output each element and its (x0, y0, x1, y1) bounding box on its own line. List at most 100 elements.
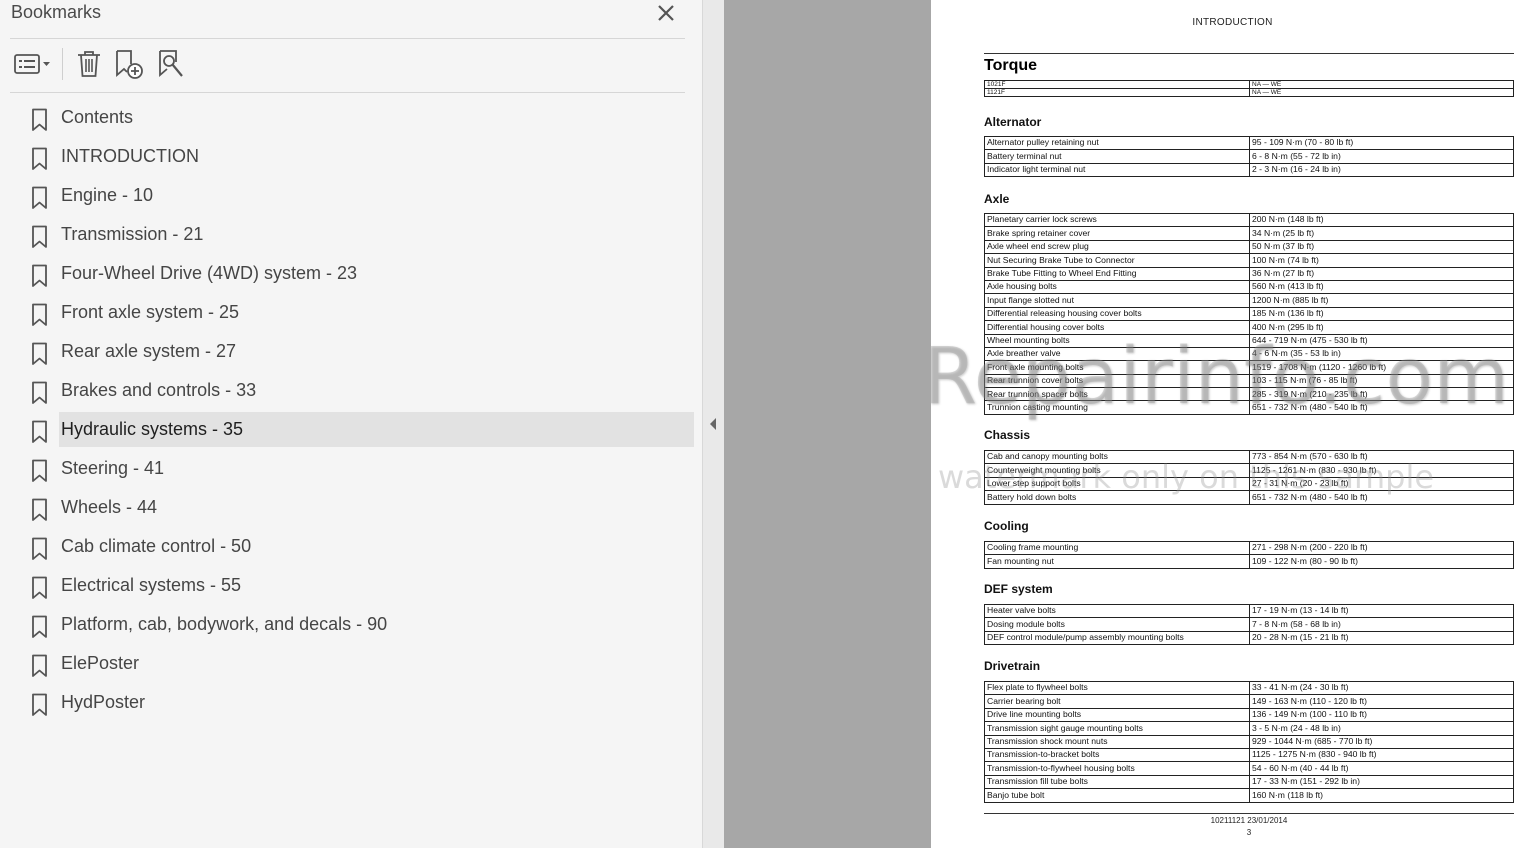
component-cell: Planetary carrier lock screws (984, 212, 1250, 228)
bookmark-label: Steering - 41 (61, 458, 165, 478)
table-row: Brake spring retainer cover 34 N·m (25 lb… (984, 226, 1514, 241)
component-cell: Axle wheel end screw plug (984, 239, 1250, 255)
bookmark-label: Front axle system - 25 (61, 302, 240, 322)
component-cell: Heater valve bolts (984, 603, 1250, 619)
delete-bookmark-button[interactable] (71, 47, 107, 81)
torque-value-cell: 36 N·m (27 lb ft) (1249, 266, 1514, 281)
component-cell: Input flange slotted nut (984, 293, 1250, 308)
bookmark-icon (30, 225, 50, 249)
torque-value-cell: 149 - 163 N·m (110 - 120 lb ft) (1249, 694, 1514, 709)
component-cell: Cooling frame mounting (984, 540, 1250, 556)
component-cell: Brake Tube Fitting to Wheel End Fitting (984, 266, 1250, 281)
bookmark-label: Contents (61, 107, 134, 127)
bookmark-item[interactable]: Four-Wheel Drive (4WD) system - 23 (0, 255, 702, 294)
table-row: Battery terminal nut 6 - 8 N·m (55 - 72 l… (984, 149, 1514, 164)
toolbar-divider (10, 92, 685, 93)
bookmark-list: Contents INTRODUCTION Engine - 10 Transmiss… (0, 99, 702, 723)
bookmark-item[interactable]: HydPoster (0, 684, 702, 723)
bookmark-label: ElePoster (61, 653, 140, 673)
bookmark-item[interactable]: Hydraulic systems - 35 (0, 411, 702, 450)
bookmark-item[interactable]: Brakes and controls - 33 (0, 372, 702, 411)
document-background (724, 0, 931, 848)
close-panel-button[interactable] (654, 1, 678, 25)
torque-value-cell: NA — WE (1249, 80, 1514, 89)
table-row: Carrier bearing bolt 149 - 163 N·m (110 -… (984, 694, 1514, 709)
page-header: INTRODUCTION (1192, 17, 1273, 28)
bookmark-item[interactable]: Engine - 10 (0, 177, 702, 216)
torque-table: Cooling frame mounting 271 - 298 N·m (200… (984, 540, 1514, 569)
bookmark-label: Rear axle system - 27 (61, 341, 237, 361)
bookmark-label: Cab climate control - 50 (61, 536, 252, 556)
torque-value-cell: 100 N·m (74 lb ft) (1249, 253, 1514, 268)
component-cell: Brake spring retainer cover (984, 226, 1250, 241)
section-title: DEF system (984, 582, 1053, 596)
chevron-left-icon (710, 418, 716, 430)
bookmark-item[interactable]: Contents (0, 99, 702, 138)
bookmark-item[interactable]: Rear axle system - 27 (0, 333, 702, 372)
bookmark-label: Wheels - 44 (61, 497, 158, 517)
torque-table: Heater valve bolts 17 - 19 N·m (13 - 14 l… (984, 603, 1514, 646)
component-cell: Differential releasing housing cover bol… (984, 306, 1250, 322)
torque-value-cell: 136 - 149 N·m (100 - 110 lb ft) (1249, 707, 1514, 723)
bookmark-item[interactable]: Transmission - 21 (0, 216, 702, 255)
section-title: Cooling (984, 519, 1029, 533)
table-row: Transmission-to-bracket bolts 1125 - 1275… (984, 747, 1514, 763)
panel-divider (10, 38, 685, 39)
bookmark-item[interactable]: INTRODUCTION (0, 138, 702, 177)
bookmark-icon (30, 381, 50, 405)
collapse-panel-button[interactable] (707, 416, 719, 432)
bookmark-label: Brakes and controls - 33 (61, 380, 257, 400)
bookmark-label: Engine - 10 (61, 185, 154, 205)
bookmark-label: Transmission - 21 (61, 224, 204, 244)
table-row: Dosing module bolts 7 - 8 N·m (58 - 68 lb… (984, 617, 1514, 632)
new-bookmark-button[interactable] (107, 47, 151, 81)
page-footer: 10211121 23/01/2014 (1210, 816, 1288, 825)
table-row: Drive line mounting bolts 136 - 149 N·m (… (984, 707, 1514, 723)
component-cell: Carrier bearing bolt (984, 694, 1250, 709)
bookmark-item[interactable]: Cab climate control - 50 (0, 528, 702, 567)
component-cell: Transmission sight gauge mounting bolts (984, 721, 1250, 736)
bookmark-item[interactable]: Steering - 41 (0, 450, 702, 489)
section-title: Drivetrain (984, 659, 1041, 673)
page-number: 3 (1246, 828, 1252, 837)
table-row: 1121F NA — WE (984, 88, 1514, 97)
footer-rule (984, 813, 1514, 814)
torque-value-cell: 929 - 1044 N·m (685 - 770 lb ft) (1249, 734, 1514, 749)
table-row: Axle wheel end screw plug 50 N·m (37 lb f… (984, 239, 1514, 255)
bookmark-icon (30, 342, 50, 366)
bookmark-item[interactable]: ElePoster (0, 645, 702, 684)
component-cell: Nut Securing Brake Tube to Connector (984, 253, 1250, 268)
bookmark-label: Hydraulic systems - 35 (61, 419, 244, 439)
bookmark-icon (30, 615, 50, 639)
table-row: Heater valve bolts 17 - 19 N·m (13 - 14 l… (984, 603, 1514, 619)
bookmarks-toolbar (10, 44, 191, 84)
watermark-sub: watermark only on this sample (938, 458, 1435, 496)
find-bookmark-button[interactable] (151, 47, 191, 81)
torque-value-cell: 200 N·m (148 lb ft) (1249, 212, 1514, 228)
bookmark-item[interactable]: Wheels - 44 (0, 489, 702, 528)
list-options-icon (14, 54, 50, 74)
bookmark-icon (30, 264, 50, 288)
bookmark-item[interactable]: Front axle system - 25 (0, 294, 702, 333)
component-cell: Transmission-to-flywheel housing bolts (984, 761, 1250, 776)
torque-value-cell: 160 N·m (118 lb ft) (1249, 788, 1514, 803)
torque-value-cell: 271 - 298 N·m (200 - 220 lb ft) (1249, 540, 1514, 556)
bookmark-item[interactable]: Platform, cab, bodywork, and decals - 90 (0, 606, 702, 645)
table-row: Axle housing bolts 560 N·m (413 lb ft) (984, 279, 1514, 295)
bookmark-icon (30, 459, 50, 483)
table-row: Cooling frame mounting 271 - 298 N·m (200… (984, 540, 1514, 556)
bookmark-icon (30, 420, 50, 444)
bookmark-icon (30, 537, 50, 561)
torque-value-cell: NA — WE (1249, 88, 1514, 97)
component-cell: Battery terminal nut (984, 149, 1250, 164)
table-row: Input flange slotted nut 1200 N·m (885 lb… (984, 293, 1514, 308)
bookmark-item[interactable]: Electrical systems - 55 (0, 567, 702, 606)
options-menu-button[interactable] (10, 47, 54, 81)
component-cell: Transmission shock mount nuts (984, 734, 1250, 749)
table-row: Banjo tube bolt 160 N·m (118 lb ft) (984, 788, 1514, 803)
torque-value-cell: 3 - 5 N·m (24 - 48 lb in) (1249, 721, 1514, 736)
bookmark-icon (30, 108, 50, 132)
header-rule (984, 53, 1514, 54)
component-cell: 1121F (984, 88, 1250, 97)
torque-value-cell: 1200 N·m (885 lb ft) (1249, 293, 1514, 308)
